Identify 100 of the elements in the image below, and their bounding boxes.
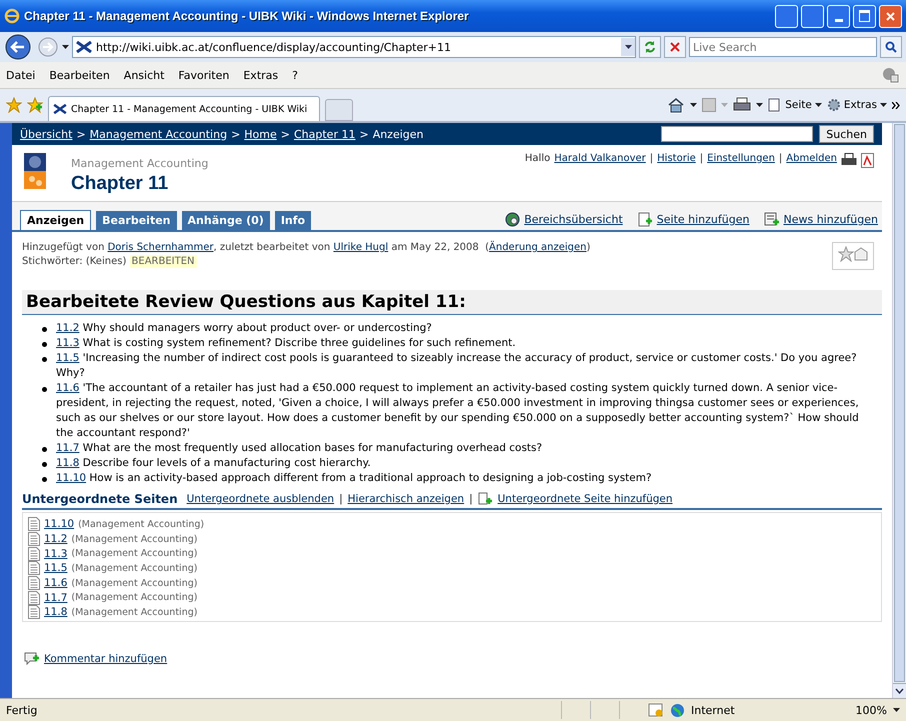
refresh-button[interactable]	[639, 36, 661, 58]
child-pages-heading: Untergeordnete Seiten	[22, 492, 178, 506]
page-tab[interactable]: Anhänge (0)	[182, 211, 270, 230]
bullet-icon	[42, 477, 47, 482]
search-button[interactable]: Suchen	[819, 125, 874, 143]
breadcrumb-link[interactable]: Home	[244, 128, 277, 140]
page-action-link[interactable]: News hinzufügen	[764, 212, 878, 227]
print-icon[interactable]	[733, 97, 752, 113]
info-link[interactable]: Doris Schernhammer	[108, 242, 214, 253]
close-button[interactable]	[879, 4, 902, 28]
caret-icon[interactable]	[893, 708, 900, 712]
user-link[interactable]: Historie	[657, 153, 696, 164]
menu-item[interactable]: Ansicht	[124, 68, 164, 82]
question-link[interactable]: 11.6	[56, 382, 80, 394]
address-field[interactable]: http://wiki.uibk.ac.at/confluence/display/accounting/Chapter+11	[72, 36, 636, 58]
child-pages-link[interactable]: Untergeordnete ausblenden	[186, 493, 334, 505]
child-page-space: (Management Accounting)	[78, 518, 204, 530]
favourite-watch-button[interactable]	[832, 242, 874, 270]
question-link[interactable]: 11.2	[56, 322, 80, 334]
page-icon	[28, 605, 40, 620]
question-link[interactable]: 11.3	[56, 337, 80, 349]
search-field[interactable]: Live Search	[689, 37, 877, 57]
breadcrumb-link[interactable]: Übersicht	[20, 128, 72, 140]
page-tab[interactable]: Info	[274, 211, 312, 230]
refresh-icon	[644, 41, 656, 53]
question-link[interactable]: 11.7	[56, 442, 80, 454]
maximize-button[interactable]	[853, 4, 876, 28]
scroll-down-icon[interactable]	[893, 683, 906, 698]
child-page-link[interactable]: 11.6	[44, 577, 68, 590]
home-icon[interactable]	[667, 97, 686, 113]
page-icon	[28, 532, 40, 546]
user-link[interactable]: Einstellungen	[707, 153, 775, 164]
wiki-search-field[interactable]	[661, 126, 814, 142]
menu-item[interactable]: Favoriten	[178, 68, 230, 82]
menu-item[interactable]: ?	[292, 68, 298, 82]
restore-button[interactable]	[775, 4, 798, 28]
page-icon	[28, 517, 40, 532]
info-link[interactable]: Ulrike Hugl	[333, 242, 388, 253]
question-text: 11.7 What are the most frequently used allocation bases for manufacturing overhead costs?	[56, 441, 542, 456]
child-page-space: (Management Accounting)	[71, 592, 198, 604]
command-menu[interactable]: Extras	[826, 98, 887, 112]
space-name: Management Accounting	[71, 157, 208, 170]
child-page-link[interactable]: 11.2	[44, 533, 68, 546]
question-link[interactable]: 11.5	[56, 352, 80, 364]
breadcrumb-link[interactable]: Management Accounting	[90, 128, 228, 140]
browser-tab[interactable]: Chapter 11 - Management Accounting - UIBK Wiki	[48, 96, 320, 121]
link-separator: |	[339, 493, 343, 505]
question-link[interactable]: 11.8	[56, 457, 80, 469]
browser-logo-icon	[4, 8, 20, 24]
add-comment-link[interactable]: Kommentar hinzufügen	[44, 653, 168, 665]
info-link[interactable]: Änderung anzeigen	[489, 242, 587, 253]
page-tab[interactable]: Bearbeiten	[96, 211, 177, 230]
command-menu[interactable]: Seite	[768, 98, 822, 112]
caret-icon[interactable]	[690, 103, 698, 107]
child-page-link[interactable]: 11.3	[44, 548, 68, 560]
search-button[interactable]	[880, 36, 902, 58]
labels-text: Stichwörter: (Keines)	[22, 256, 126, 267]
stop-button[interactable]	[664, 36, 686, 58]
child-pages-link[interactable]: Untergeordnete Seite hinzufügen	[498, 493, 673, 505]
child-page-space: (Management Accounting)	[71, 548, 198, 560]
window-switch-button[interactable]	[801, 4, 824, 28]
child-page-link[interactable]: 11.5	[44, 562, 68, 574]
scrollbar-thumb[interactable]	[894, 124, 905, 682]
question-text: 11.2 Why should managers worry about product over- or undercosting?	[56, 321, 432, 336]
link-separator: |	[778, 153, 782, 164]
feed-icon[interactable]	[702, 98, 716, 112]
translate-icon[interactable]	[882, 67, 900, 83]
labels-edit-link[interactable]: BEARBEITEN	[130, 255, 197, 268]
page-action-link[interactable]: Bereichsübersicht	[505, 212, 623, 227]
vertical-scrollbar[interactable]	[892, 123, 906, 698]
zoom-level[interactable]: 100%	[847, 704, 887, 716]
child-page-link[interactable]: 11.8	[44, 606, 68, 618]
globe-icon	[505, 212, 520, 227]
child-pages-link[interactable]: Hierarchisch anzeigen	[348, 493, 464, 505]
menu-item[interactable]: Datei	[6, 68, 36, 82]
page-icon	[28, 561, 40, 576]
pdf-icon[interactable]	[861, 153, 874, 168]
user-link[interactable]: Abmelden	[786, 153, 837, 164]
bullet-icon	[42, 327, 47, 332]
security-zone: Internet	[691, 704, 736, 716]
minimize-button[interactable]	[827, 4, 850, 28]
caret-icon[interactable]	[756, 103, 764, 107]
user-link[interactable]: Harald Valkanover	[554, 153, 646, 164]
page-tab[interactable]: Anzeigen	[20, 210, 92, 230]
child-page-link[interactable]: 11.7	[44, 592, 68, 604]
add-comment-icon[interactable]	[24, 652, 40, 666]
caret-icon[interactable]	[62, 45, 69, 49]
question-link[interactable]: 11.10	[56, 472, 86, 484]
menu-item[interactable]: Bearbeiten	[49, 68, 110, 82]
menu-item[interactable]: Extras	[243, 68, 278, 82]
window-title: Chapter 11 - Management Accounting - UIBK Wiki - Windows Internet Explorer	[24, 9, 469, 23]
print-icon[interactable]	[841, 153, 857, 167]
breadcrumb-link[interactable]: Chapter 11	[294, 128, 356, 140]
add-favorite-icon[interactable]	[27, 97, 43, 113]
breadcrumb-separator: >	[280, 128, 290, 140]
page-action-link[interactable]: Seite hinzufügen	[638, 212, 750, 227]
favorites-star-icon[interactable]	[6, 97, 22, 113]
link-separator: |	[469, 493, 473, 505]
chevron-icon[interactable]	[892, 102, 900, 108]
child-page-link[interactable]: 11.10	[44, 518, 74, 530]
